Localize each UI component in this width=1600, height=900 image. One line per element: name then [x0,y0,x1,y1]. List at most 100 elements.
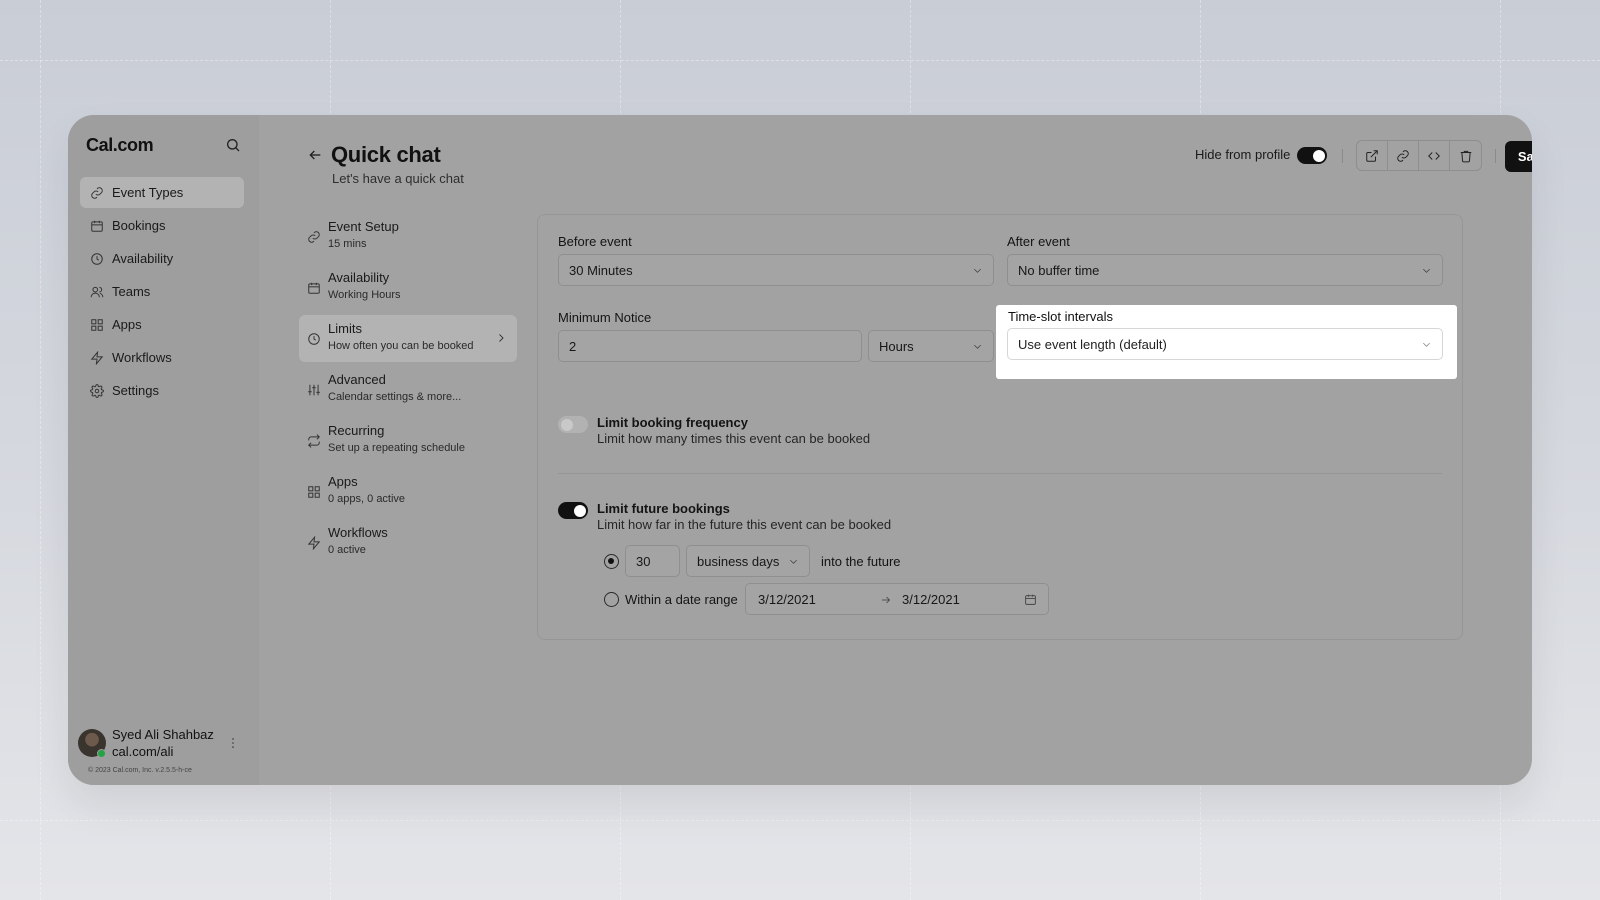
before-event-label: Before event [558,234,632,249]
tab-desc: Calendar settings & more... [328,391,462,403]
tab-desc: Working Hours [328,289,401,301]
date-range-end: 3/12/2021 [902,591,960,607]
copy-link-button[interactable] [1388,141,1419,170]
sidebar: Cal.com Event Types Bookings Availabilit… [68,115,259,785]
time-slot-value: Use event length (default) [1018,336,1167,352]
limit-frequency-desc: Limit how many times this event can be b… [597,431,871,446]
trash-icon [1460,150,1471,162]
limit-future-title: Limit future bookings [597,501,730,516]
sidebar-item-label: Bookings [112,218,166,233]
user-name: Syed Ali Shahbaz [112,727,214,742]
divider [1342,149,1343,163]
hide-from-profile-label: Hide from profile [1195,147,1291,162]
tab-event-setup[interactable]: Event Setup 15 mins [299,213,517,260]
gear-icon [90,383,104,398]
minimum-notice-value: 2 [569,338,577,354]
chevron-down-icon [1423,268,1430,273]
tab-desc: 0 active [328,544,366,556]
brand-logo: Cal.com [86,135,154,155]
user-link: cal.com/ali [112,744,174,759]
limit-future-toggle[interactable] [558,502,588,519]
sidebar-nav: Event Types Bookings Availability Teams … [80,177,244,408]
link-icon [1397,149,1409,162]
before-event-value: 30 Minutes [569,262,633,278]
sidebar-item-apps[interactable]: Apps [80,309,244,340]
clock-icon [308,333,320,345]
minimum-notice-unit-select[interactable]: Hours [868,330,994,362]
tab-title: Limits [328,321,362,336]
repeat-icon [308,434,320,448]
before-event-select[interactable]: 30 Minutes [558,254,994,286]
tab-title: Apps [328,474,358,489]
search-icon[interactable] [225,137,241,153]
future-days-value: 30 [636,553,651,569]
link-icon [308,231,320,243]
preview-button[interactable] [1357,141,1388,170]
embed-button[interactable] [1419,141,1450,170]
code-icon [1428,151,1440,160]
copyright-text: © 2023 Cal.com, Inc. v.2.5.5-h-ce [88,767,192,774]
event-settings-nav: Event Setup 15 mins Availability Working… [299,213,517,570]
sliders-icon [308,384,320,396]
tab-title: Availability [328,270,390,285]
divider [1495,149,1496,163]
calendar-icon [1025,594,1036,605]
calendar-icon [91,220,103,232]
more-vertical-icon[interactable] [226,735,240,751]
date-range-picker[interactable]: 3/12/2021 3/12/2021 [745,583,1049,615]
hide-from-profile-toggle[interactable] [1297,147,1327,164]
user-profile[interactable]: Syed Ali Shahbaz cal.com/ali [78,727,248,761]
sidebar-item-availability[interactable]: Availability [80,243,244,274]
page-subtitle: Let's have a quick chat [332,171,464,186]
time-slot-label: Time-slot intervals [1008,309,1113,324]
divider [558,473,1442,474]
clock-icon [91,252,103,265]
future-days-unit-select[interactable]: business days [686,545,810,577]
tab-desc: 15 mins [328,238,367,250]
future-days-unit: business days [697,553,780,569]
future-days-radio[interactable] [604,554,619,569]
sidebar-item-label: Event Types [112,185,184,200]
delete-button[interactable] [1450,141,1481,170]
sidebar-item-label: Teams [112,284,151,299]
tab-recurring[interactable]: Recurring Set up a repeating schedule [299,417,517,464]
tab-desc: 0 apps, 0 active [328,493,406,505]
arrow-left-icon[interactable] [307,147,323,163]
chevron-down-icon [1423,342,1430,347]
zap-icon [307,536,321,550]
date-range-start: 3/12/2021 [758,591,816,607]
minimum-notice-input[interactable]: 2 [558,330,862,362]
sidebar-item-workflows[interactable]: Workflows [80,342,244,373]
minimum-notice-label: Minimum Notice [558,310,652,325]
tab-apps[interactable]: Apps 0 apps, 0 active [299,468,517,515]
limit-frequency-title: Limit booking frequency [597,415,748,430]
arrow-right-icon [882,596,891,604]
tab-advanced[interactable]: Advanced Calendar settings & more... [299,366,517,413]
tab-desc: Set up a repeating schedule [328,442,465,454]
external-link-icon [1366,149,1378,162]
sidebar-item-label: Workflows [112,350,172,365]
grid-icon [91,318,103,331]
chevron-down-icon [790,559,797,564]
limit-frequency-toggle[interactable] [558,416,588,433]
sidebar-item-event-types[interactable]: Event Types [80,177,244,208]
sidebar-item-teams[interactable]: Teams [80,276,244,307]
sidebar-item-settings[interactable]: Settings [80,375,244,406]
minimum-notice-unit: Hours [879,338,914,354]
time-slot-select[interactable]: Use event length (default) [1007,328,1443,360]
tab-limits[interactable]: Limits How often you can be booked [299,315,517,362]
chevron-right-icon [499,334,504,342]
calendar-icon [308,282,320,294]
sidebar-item-bookings[interactable]: Bookings [80,210,244,241]
sidebar-item-label: Settings [112,383,159,398]
future-days-input[interactable]: 30 [625,545,680,577]
time-slot-intervals-section: Time-slot intervals Use event length (de… [996,305,1457,379]
save-button[interactable]: Save [1505,141,1532,172]
tab-availability[interactable]: Availability Working Hours [299,264,517,311]
future-days-suffix: into the future [821,554,901,569]
date-range-radio[interactable] [604,592,619,607]
after-event-select[interactable]: No buffer time [1007,254,1443,286]
tab-workflows[interactable]: Workflows 0 active [299,519,517,566]
after-event-label: After event [1007,234,1070,249]
tab-title: Recurring [328,423,385,438]
